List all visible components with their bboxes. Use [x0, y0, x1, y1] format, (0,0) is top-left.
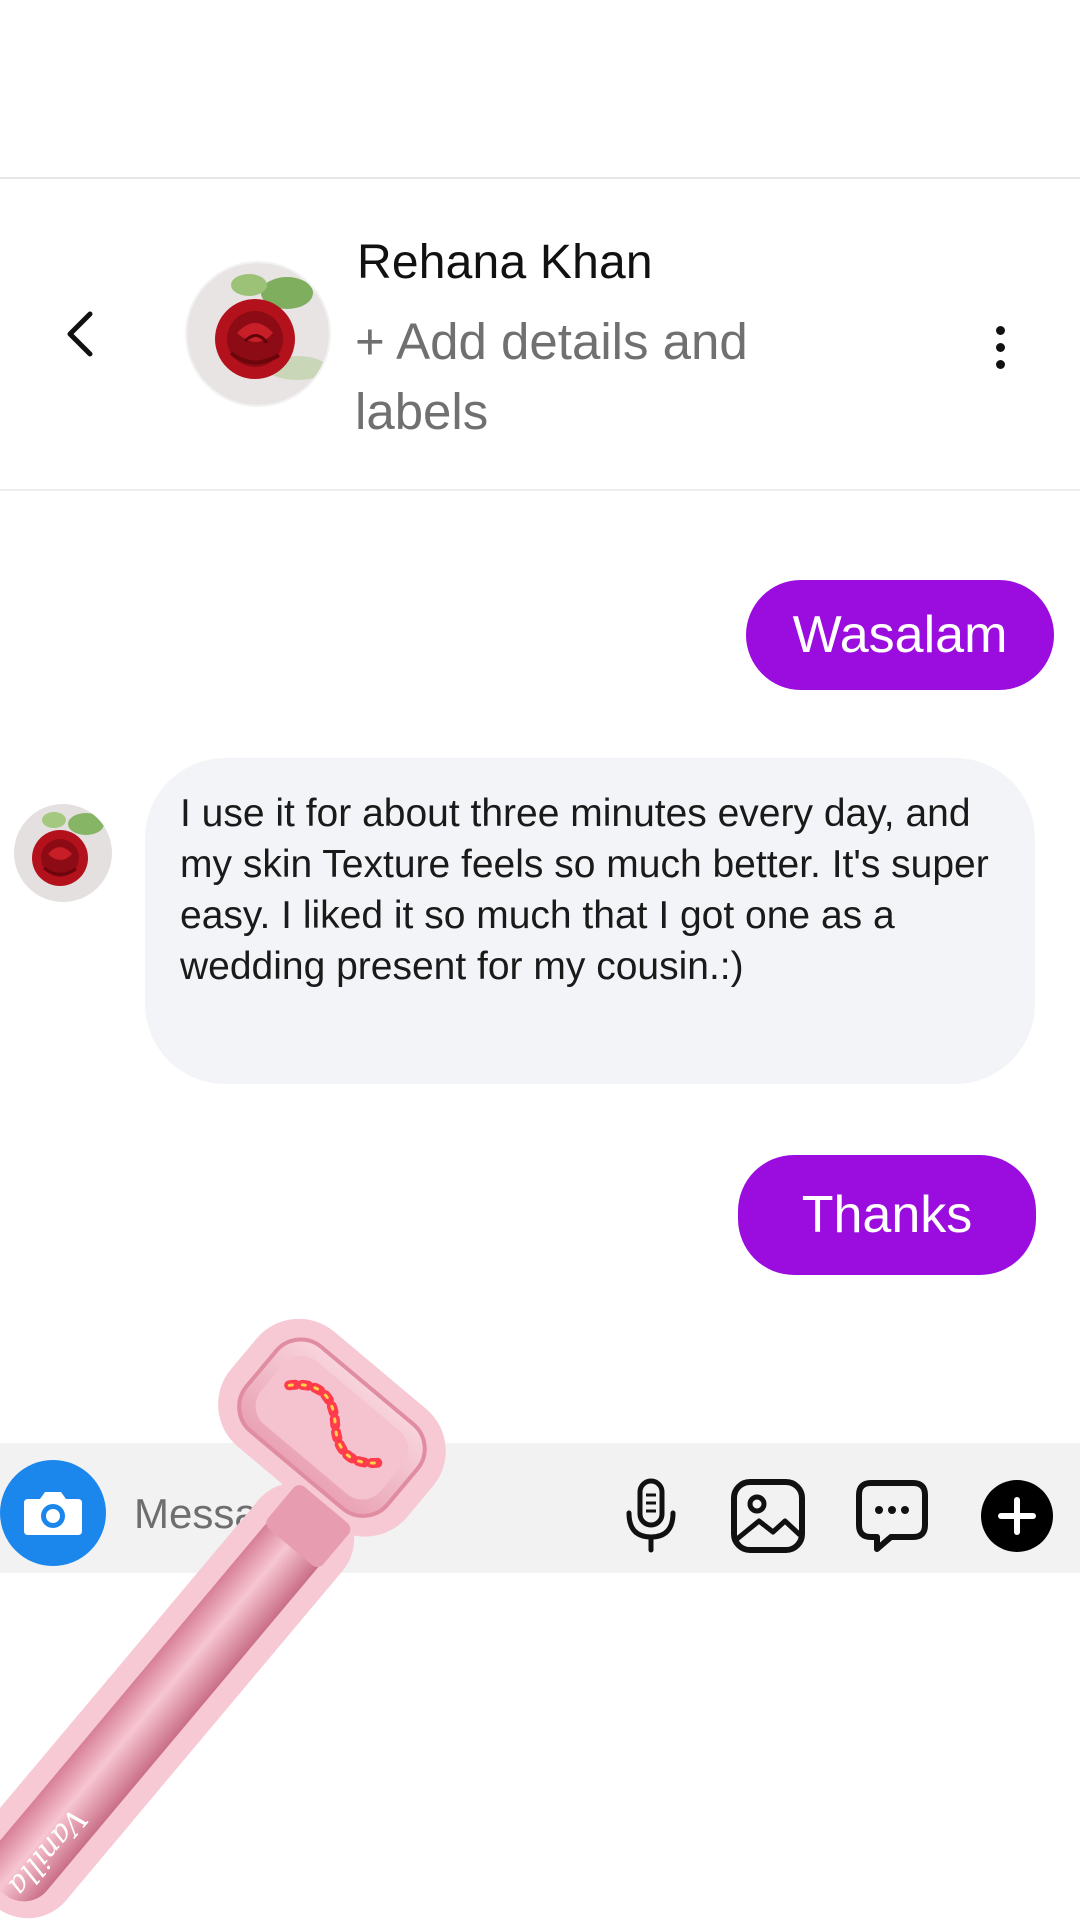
camera-icon — [24, 1492, 82, 1535]
outgoing-message-bubble[interactable]: Wasalam — [746, 580, 1054, 690]
vertical-ellipsis-icon — [995, 325, 1005, 335]
microphone-icon — [626, 1478, 676, 1553]
incoming-message-bubble[interactable]: I use it for about three minutes every d… — [145, 758, 1035, 1084]
gallery-button[interactable] — [728, 1476, 808, 1556]
contact-avatar[interactable] — [185, 261, 331, 407]
vanilla-face-wand-product-image: Vanilla — [0, 1318, 446, 1919]
sticker-button[interactable] — [852, 1476, 932, 1556]
message-input[interactable] — [132, 1478, 616, 1550]
contact-name[interactable]: Rehana Khan — [357, 235, 653, 290]
chat-screen: Rehana Khan + Add details and labels Was… — [0, 0, 1080, 1920]
rose-avatar-image — [14, 804, 112, 902]
chevron-left-icon — [67, 311, 93, 357]
camera-button[interactable] — [0, 1460, 106, 1566]
sender-avatar[interactable] — [14, 804, 112, 902]
chat-bubble-dots-icon — [856, 1480, 928, 1552]
plus-circle-icon — [981, 1480, 1053, 1552]
add-details-link[interactable]: + Add details and labels — [355, 307, 835, 447]
more-actions-button[interactable] — [977, 1476, 1057, 1556]
outgoing-message-bubble[interactable]: Thanks — [738, 1155, 1036, 1275]
more-options-button[interactable] — [978, 307, 1022, 387]
rose-avatar-image — [187, 263, 329, 405]
brand-logo: Vanilla — [1, 1801, 94, 1902]
image-icon — [731, 1479, 805, 1553]
back-button[interactable] — [50, 299, 110, 369]
voice-message-button[interactable] — [611, 1476, 691, 1556]
conversation-header: Rehana Khan + Add details and labels — [0, 179, 1080, 491]
